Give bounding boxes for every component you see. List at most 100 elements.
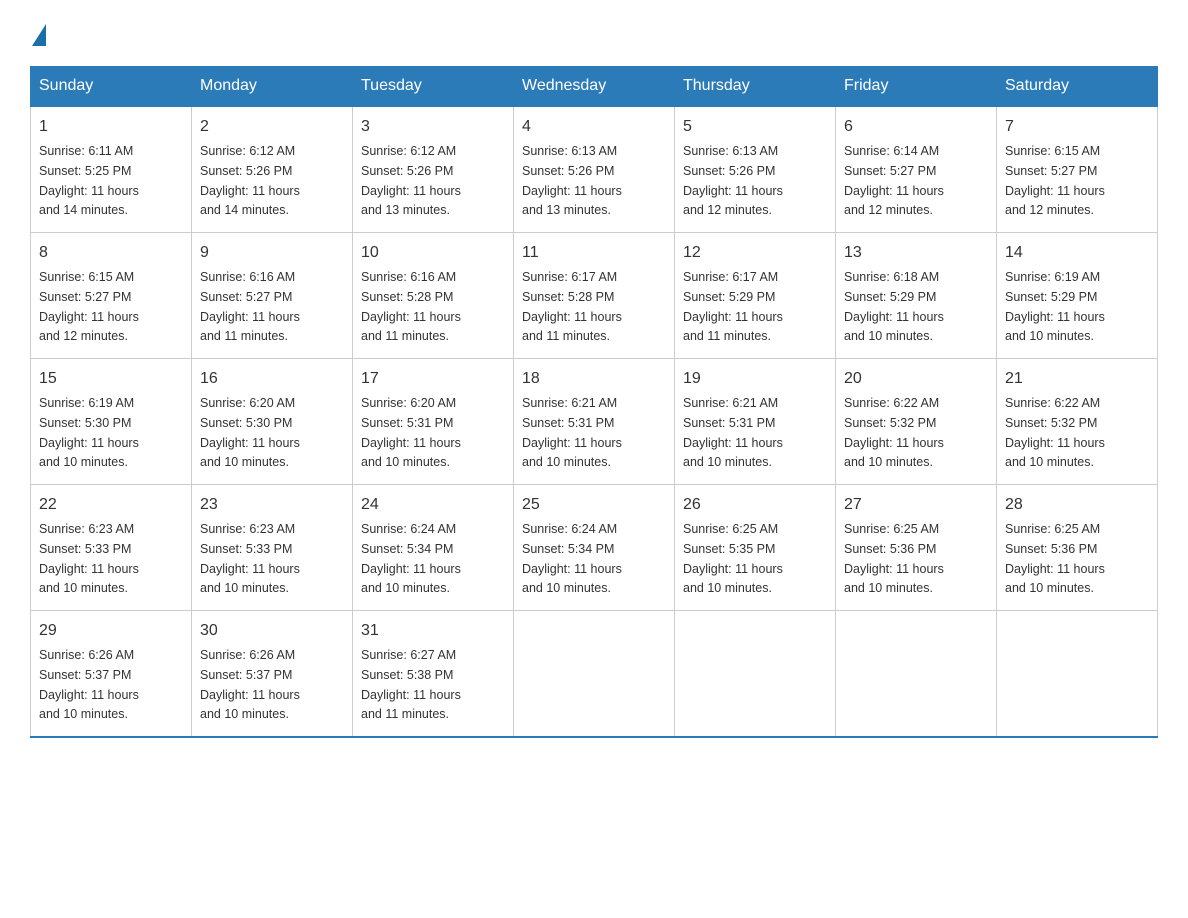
day-number: 5	[683, 115, 827, 139]
day-info: Sunrise: 6:26 AMSunset: 5:37 PMDaylight:…	[200, 648, 300, 721]
day-info: Sunrise: 6:19 AMSunset: 5:29 PMDaylight:…	[1005, 270, 1105, 343]
day-number: 13	[844, 241, 988, 265]
calendar-cell: 22 Sunrise: 6:23 AMSunset: 5:33 PMDayligh…	[31, 485, 192, 611]
day-info: Sunrise: 6:20 AMSunset: 5:30 PMDaylight:…	[200, 396, 300, 469]
day-info: Sunrise: 6:12 AMSunset: 5:26 PMDaylight:…	[361, 144, 461, 217]
calendar-header-thursday: Thursday	[675, 67, 836, 107]
day-info: Sunrise: 6:27 AMSunset: 5:38 PMDaylight:…	[361, 648, 461, 721]
day-info: Sunrise: 6:21 AMSunset: 5:31 PMDaylight:…	[522, 396, 622, 469]
day-number: 6	[844, 115, 988, 139]
day-info: Sunrise: 6:25 AMSunset: 5:36 PMDaylight:…	[1005, 522, 1105, 595]
calendar-week-row: 29 Sunrise: 6:26 AMSunset: 5:37 PMDayligh…	[31, 611, 1158, 738]
page-header	[30, 20, 1158, 46]
day-number: 29	[39, 619, 183, 643]
calendar-header-friday: Friday	[836, 67, 997, 107]
day-info: Sunrise: 6:24 AMSunset: 5:34 PMDaylight:…	[361, 522, 461, 595]
day-info: Sunrise: 6:25 AMSunset: 5:36 PMDaylight:…	[844, 522, 944, 595]
day-number: 2	[200, 115, 344, 139]
day-info: Sunrise: 6:17 AMSunset: 5:29 PMDaylight:…	[683, 270, 783, 343]
calendar-cell: 13 Sunrise: 6:18 AMSunset: 5:29 PMDayligh…	[836, 233, 997, 359]
calendar-cell	[675, 611, 836, 738]
day-info: Sunrise: 6:16 AMSunset: 5:28 PMDaylight:…	[361, 270, 461, 343]
day-info: Sunrise: 6:13 AMSunset: 5:26 PMDaylight:…	[522, 144, 622, 217]
day-info: Sunrise: 6:22 AMSunset: 5:32 PMDaylight:…	[1005, 396, 1105, 469]
day-number: 1	[39, 115, 183, 139]
day-info: Sunrise: 6:18 AMSunset: 5:29 PMDaylight:…	[844, 270, 944, 343]
day-number: 21	[1005, 367, 1149, 391]
calendar-cell: 10 Sunrise: 6:16 AMSunset: 5:28 PMDayligh…	[353, 233, 514, 359]
calendar-cell: 31 Sunrise: 6:27 AMSunset: 5:38 PMDayligh…	[353, 611, 514, 738]
day-number: 16	[200, 367, 344, 391]
day-number: 26	[683, 493, 827, 517]
calendar-cell: 6 Sunrise: 6:14 AMSunset: 5:27 PMDaylight…	[836, 106, 997, 233]
calendar-cell: 8 Sunrise: 6:15 AMSunset: 5:27 PMDaylight…	[31, 233, 192, 359]
day-number: 22	[39, 493, 183, 517]
calendar-week-row: 22 Sunrise: 6:23 AMSunset: 5:33 PMDayligh…	[31, 485, 1158, 611]
day-number: 24	[361, 493, 505, 517]
day-number: 7	[1005, 115, 1149, 139]
calendar-cell: 3Sunrise: 6:12 AMSunset: 5:26 PMDaylight…	[353, 106, 514, 233]
calendar-cell: 30 Sunrise: 6:26 AMSunset: 5:37 PMDayligh…	[192, 611, 353, 738]
calendar-cell: 23 Sunrise: 6:23 AMSunset: 5:33 PMDayligh…	[192, 485, 353, 611]
calendar-cell: 2 Sunrise: 6:12 AMSunset: 5:26 PMDaylight…	[192, 106, 353, 233]
calendar-header-monday: Monday	[192, 67, 353, 107]
day-number: 30	[200, 619, 344, 643]
day-info: Sunrise: 6:20 AMSunset: 5:31 PMDaylight:…	[361, 396, 461, 469]
day-number: 31	[361, 619, 505, 643]
calendar-week-row: 8 Sunrise: 6:15 AMSunset: 5:27 PMDaylight…	[31, 233, 1158, 359]
calendar-cell: 28 Sunrise: 6:25 AMSunset: 5:36 PMDayligh…	[997, 485, 1158, 611]
calendar-cell: 19 Sunrise: 6:21 AMSunset: 5:31 PMDayligh…	[675, 359, 836, 485]
day-info: Sunrise: 6:23 AMSunset: 5:33 PMDaylight:…	[200, 522, 300, 595]
day-number: 8	[39, 241, 183, 265]
day-info: Sunrise: 6:21 AMSunset: 5:31 PMDaylight:…	[683, 396, 783, 469]
day-number: 17	[361, 367, 505, 391]
day-number: 28	[1005, 493, 1149, 517]
logo	[30, 20, 46, 46]
calendar-header-sunday: Sunday	[31, 67, 192, 107]
calendar-cell: 7 Sunrise: 6:15 AMSunset: 5:27 PMDaylight…	[997, 106, 1158, 233]
calendar-cell: 27 Sunrise: 6:25 AMSunset: 5:36 PMDayligh…	[836, 485, 997, 611]
day-number: 15	[39, 367, 183, 391]
day-info: Sunrise: 6:17 AMSunset: 5:28 PMDaylight:…	[522, 270, 622, 343]
day-number: 27	[844, 493, 988, 517]
day-number: 23	[200, 493, 344, 517]
calendar-header-saturday: Saturday	[997, 67, 1158, 107]
calendar-cell: 20 Sunrise: 6:22 AMSunset: 5:32 PMDayligh…	[836, 359, 997, 485]
day-info: Sunrise: 6:12 AMSunset: 5:26 PMDaylight:…	[200, 144, 300, 217]
calendar-cell	[997, 611, 1158, 738]
calendar-cell: 15 Sunrise: 6:19 AMSunset: 5:30 PMDayligh…	[31, 359, 192, 485]
calendar-cell: 16 Sunrise: 6:20 AMSunset: 5:30 PMDayligh…	[192, 359, 353, 485]
calendar-cell: 25 Sunrise: 6:24 AMSunset: 5:34 PMDayligh…	[514, 485, 675, 611]
calendar-cell: 29 Sunrise: 6:26 AMSunset: 5:37 PMDayligh…	[31, 611, 192, 738]
day-info: Sunrise: 6:22 AMSunset: 5:32 PMDaylight:…	[844, 396, 944, 469]
day-info: Sunrise: 6:19 AMSunset: 5:30 PMDaylight:…	[39, 396, 139, 469]
day-info: Sunrise: 6:16 AMSunset: 5:27 PMDaylight:…	[200, 270, 300, 343]
day-number: 25	[522, 493, 666, 517]
calendar-cell: 5 Sunrise: 6:13 AMSunset: 5:26 PMDaylight…	[675, 106, 836, 233]
calendar-cell: 26 Sunrise: 6:25 AMSunset: 5:35 PMDayligh…	[675, 485, 836, 611]
calendar-cell: 12 Sunrise: 6:17 AMSunset: 5:29 PMDayligh…	[675, 233, 836, 359]
day-info: Sunrise: 6:15 AMSunset: 5:27 PMDaylight:…	[1005, 144, 1105, 217]
calendar-header-tuesday: Tuesday	[353, 67, 514, 107]
calendar-cell: 14Sunrise: 6:19 AMSunset: 5:29 PMDayligh…	[997, 233, 1158, 359]
day-number: 12	[683, 241, 827, 265]
calendar-cell: 1 Sunrise: 6:11 AMSunset: 5:25 PMDaylight…	[31, 106, 192, 233]
day-info: Sunrise: 6:23 AMSunset: 5:33 PMDaylight:…	[39, 522, 139, 595]
logo-triangle-icon	[32, 24, 46, 46]
day-number: 20	[844, 367, 988, 391]
day-info: Sunrise: 6:26 AMSunset: 5:37 PMDaylight:…	[39, 648, 139, 721]
day-info: Sunrise: 6:11 AMSunset: 5:25 PMDaylight:…	[39, 144, 139, 217]
day-number: 19	[683, 367, 827, 391]
day-number: 10	[361, 241, 505, 265]
calendar-week-row: 15 Sunrise: 6:19 AMSunset: 5:30 PMDayligh…	[31, 359, 1158, 485]
calendar-cell: 24 Sunrise: 6:24 AMSunset: 5:34 PMDayligh…	[353, 485, 514, 611]
calendar-cell: 11Sunrise: 6:17 AMSunset: 5:28 PMDayligh…	[514, 233, 675, 359]
day-info: Sunrise: 6:15 AMSunset: 5:27 PMDaylight:…	[39, 270, 139, 343]
day-info: Sunrise: 6:14 AMSunset: 5:27 PMDaylight:…	[844, 144, 944, 217]
calendar-header-row: SundayMondayTuesdayWednesdayThursdayFrid…	[31, 67, 1158, 107]
day-info: Sunrise: 6:25 AMSunset: 5:35 PMDaylight:…	[683, 522, 783, 595]
day-info: Sunrise: 6:13 AMSunset: 5:26 PMDaylight:…	[683, 144, 783, 217]
calendar-cell	[836, 611, 997, 738]
day-info: Sunrise: 6:24 AMSunset: 5:34 PMDaylight:…	[522, 522, 622, 595]
day-number: 9	[200, 241, 344, 265]
